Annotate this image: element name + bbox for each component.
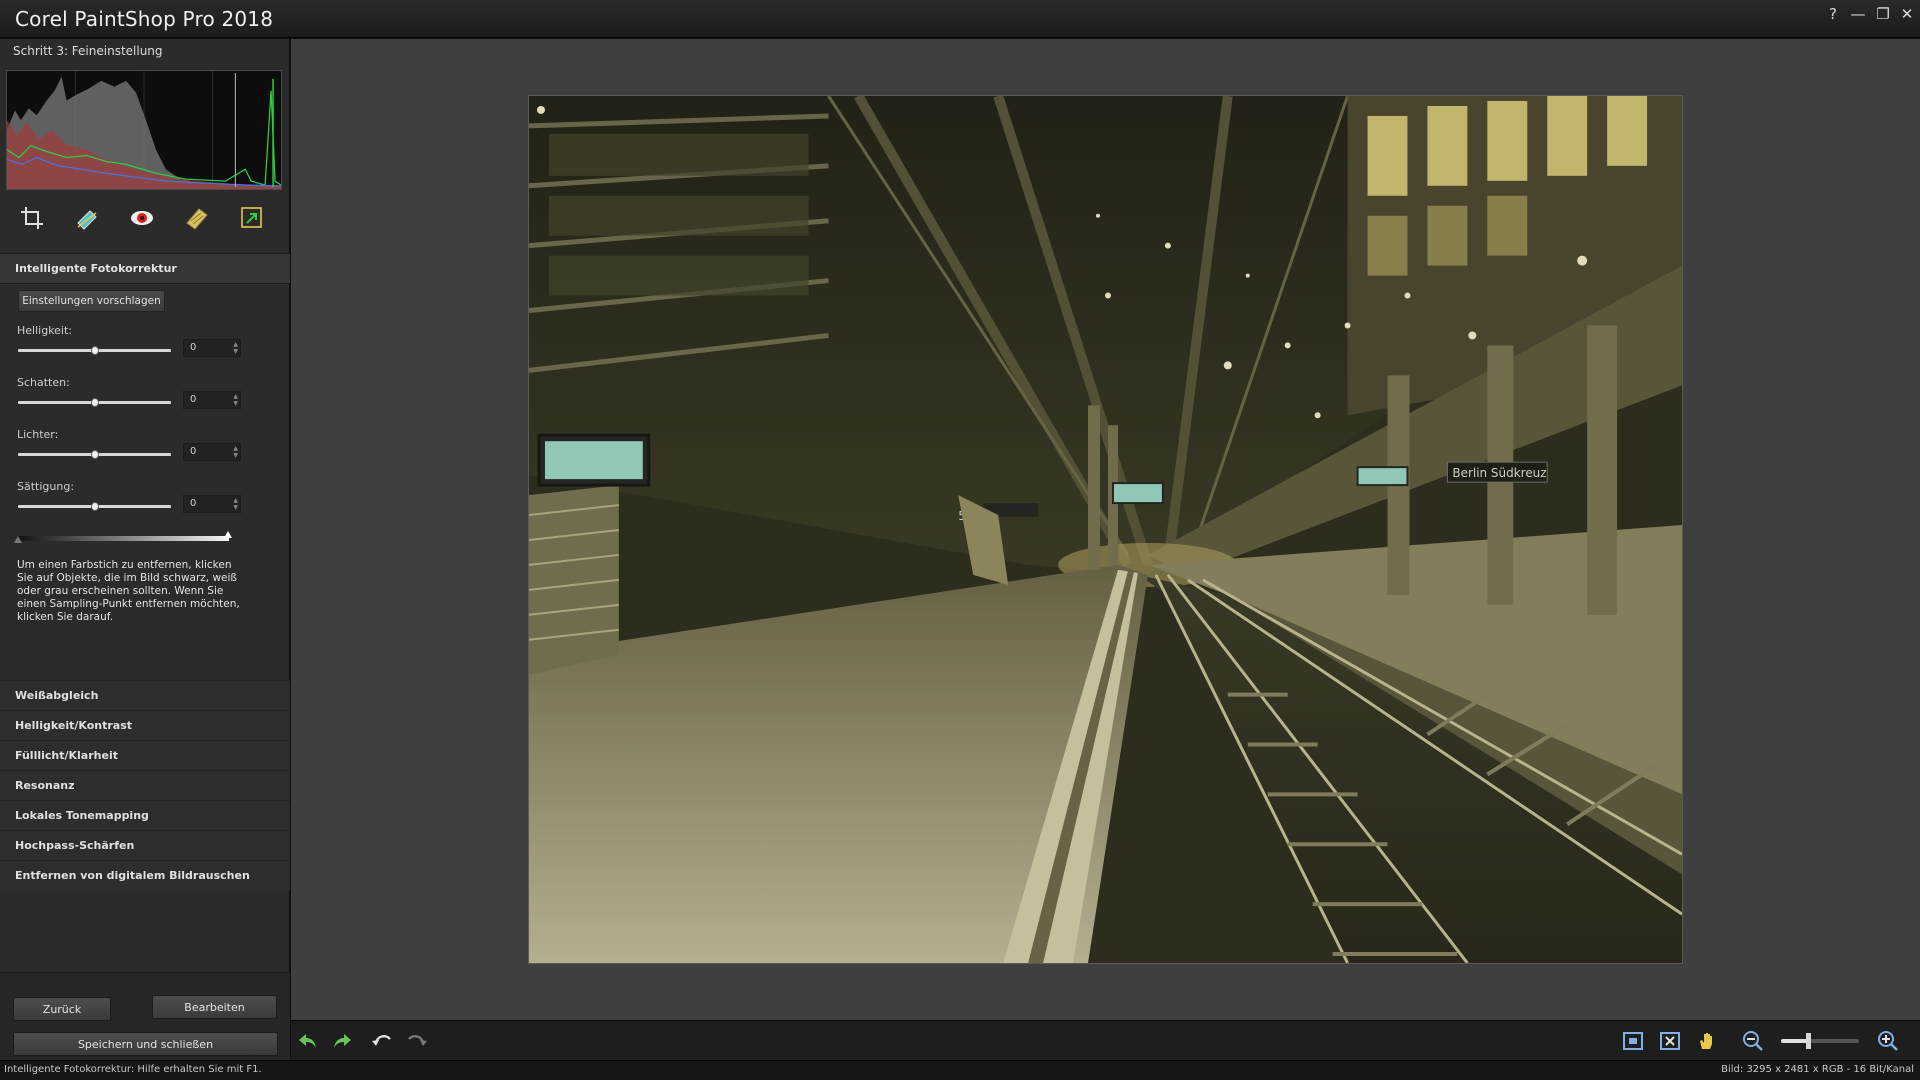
minimize-icon: — — [1850, 5, 1866, 23]
accordion-vibrancy[interactable]: Resonanz — [0, 770, 290, 800]
accordion-label: Resonanz — [15, 779, 75, 792]
brightness-spinbox[interactable]: 0 ▲ ▼ — [183, 339, 241, 357]
shadows-spinbox[interactable]: 0 ▲ ▼ — [183, 391, 241, 409]
undo-icon[interactable] — [296, 1029, 320, 1053]
accordion-white-balance[interactable]: Weißabgleich — [0, 680, 290, 710]
spinner-arrows-icon[interactable]: ▲ ▼ — [233, 445, 238, 459]
color-cast-help-text: Um einen Farbstich zu entfernen, klicken… — [17, 559, 240, 623]
shadows-slider-thumb[interactable] — [90, 398, 99, 407]
photo-train-station[interactable]: Berlin Südkreuz 5 B — [528, 95, 1683, 964]
fit-window-icon[interactable] — [1621, 1029, 1645, 1053]
help-icon: ? — [1829, 5, 1837, 23]
status-help-text: Intelligente Fotokorrektur: Hilfe erhalt… — [4, 1064, 262, 1075]
brightness-slider[interactable] — [18, 346, 171, 355]
saturation-slider[interactable] — [18, 502, 171, 511]
accordion-label: Entfernen von digitalem Bildrauschen — [15, 869, 250, 882]
shadows-slider[interactable] — [18, 398, 171, 407]
saturation-spinbox[interactable]: 0 ▲ ▼ — [183, 495, 241, 513]
crop-tool[interactable] — [17, 203, 47, 233]
brightness-value: 0 — [190, 342, 197, 353]
title-bar: Corel PaintShop Pro 2018 ? — ❐ ✕ — [0, 0, 1920, 38]
minimize-button[interactable]: — — [1847, 3, 1869, 25]
resize-icon — [241, 207, 262, 228]
zoom-slider-fill — [1781, 1039, 1809, 1043]
zoom-slider[interactable] — [1781, 1033, 1859, 1049]
restore-icon: ❐ — [1876, 5, 1890, 23]
red-eye-tool[interactable] — [127, 203, 157, 233]
highlights-slider-thumb[interactable] — [90, 450, 99, 459]
accordion-label: Hochpass-Schärfen — [15, 839, 135, 852]
saturation-label: Sättigung: — [17, 480, 75, 493]
straighten-icon — [77, 210, 97, 230]
rotate-left-icon[interactable] — [370, 1029, 394, 1053]
section-title: Intelligente Fotokorrektur — [15, 262, 177, 275]
highlights-value: 0 — [190, 446, 197, 457]
accordion-digital-noise-removal[interactable]: Entfernen von digitalem Bildrauschen — [0, 860, 290, 890]
saturation-value: 0 — [190, 498, 197, 509]
highlights-spinbox[interactable]: 0 ▲ ▼ — [183, 443, 241, 461]
zoom-out-icon[interactable] — [1741, 1029, 1765, 1053]
red-eye-icon — [131, 211, 153, 225]
quick-tool-row — [0, 203, 290, 237]
canvas-toolbar — [291, 1020, 1920, 1060]
spinner-arrows-icon[interactable]: ▲ ▼ — [233, 393, 238, 407]
edit-button[interactable]: Bearbeiten — [152, 995, 277, 1019]
highlights-slider[interactable] — [18, 450, 171, 459]
app-title-text: Corel PaintShop Pro 2018 — [15, 7, 274, 31]
histogram — [6, 70, 282, 190]
help-button[interactable]: ? — [1822, 3, 1844, 25]
restore-button[interactable]: ❐ — [1872, 3, 1894, 25]
highlights-label: Lichter: — [17, 428, 59, 441]
resize-tool[interactable] — [237, 203, 267, 233]
accordion-brightness-contrast[interactable]: Helligkeit/Kontrast — [0, 710, 290, 740]
accordion-label: Helligkeit/Kontrast — [15, 719, 133, 732]
accordion-label: Weißabgleich — [15, 689, 99, 702]
saturation-slider-thumb[interactable] — [90, 502, 99, 511]
rotate-right-icon[interactable] — [405, 1029, 429, 1053]
zoom-slider-thumb[interactable] — [1806, 1033, 1812, 1049]
pan-hand-icon[interactable] — [1695, 1029, 1719, 1053]
color-cast-gradient[interactable] — [14, 531, 232, 544]
accordion-high-pass-sharpen[interactable]: Hochpass-Schärfen — [0, 830, 290, 860]
actual-size-icon[interactable] — [1658, 1029, 1682, 1053]
suggest-settings-button[interactable]: Einstellungen vorschlagen — [18, 290, 165, 312]
close-button[interactable]: ✕ — [1896, 3, 1918, 25]
spinner-arrows-icon[interactable]: ▲ ▼ — [233, 341, 238, 355]
retouch-tool[interactable] — [182, 203, 212, 233]
spinner-arrows-icon[interactable]: ▲ ▼ — [233, 497, 238, 511]
status-bar: Intelligente Fotokorrektur: Hilfe erhalt… — [0, 1060, 1920, 1080]
status-image-info: Bild: 3295 x 2481 x RGB - 16 Bit/Kanal — [1721, 1064, 1914, 1075]
adjust-panel: Schritt 3: Feineinstellung Intelligente … — [0, 39, 290, 1060]
black-point-marker-icon[interactable] — [14, 536, 22, 544]
app-title: Corel PaintShop Pro 2018 — [15, 7, 273, 31]
accordion-label: Fülllicht/Klarheit — [15, 749, 118, 762]
back-button[interactable]: Zurück — [13, 997, 111, 1021]
zoom-in-icon[interactable] — [1876, 1029, 1900, 1053]
panel-footer: Zurück Bearbeiten Speichern und schließe… — [0, 972, 290, 1060]
accordion-local-tone-mapping[interactable]: Lokales Tonemapping — [0, 800, 290, 830]
straighten-tool[interactable] — [72, 203, 102, 233]
accordion-fill-light-clarity[interactable]: Fülllicht/Klarheit — [0, 740, 290, 770]
white-point-marker-icon[interactable] — [224, 531, 232, 539]
close-icon: ✕ — [1900, 5, 1914, 23]
crop-icon — [21, 207, 43, 229]
shadows-label: Schatten: — [17, 376, 70, 389]
image-canvas[interactable]: Berlin Südkreuz 5 B — [291, 39, 1920, 1020]
redo-icon[interactable] — [330, 1029, 354, 1053]
step-label: Schritt 3: Feineinstellung — [13, 44, 163, 58]
brightness-label: Helligkeit: — [17, 324, 73, 337]
save-close-button[interactable]: Speichern und schließen — [13, 1032, 278, 1056]
retouch-icon — [186, 208, 208, 230]
shadows-value: 0 — [190, 394, 197, 405]
smart-photo-fix-header[interactable]: Intelligente Fotokorrektur — [0, 253, 290, 284]
brightness-slider-thumb[interactable] — [90, 346, 99, 355]
accordion-label: Lokales Tonemapping — [15, 809, 149, 822]
